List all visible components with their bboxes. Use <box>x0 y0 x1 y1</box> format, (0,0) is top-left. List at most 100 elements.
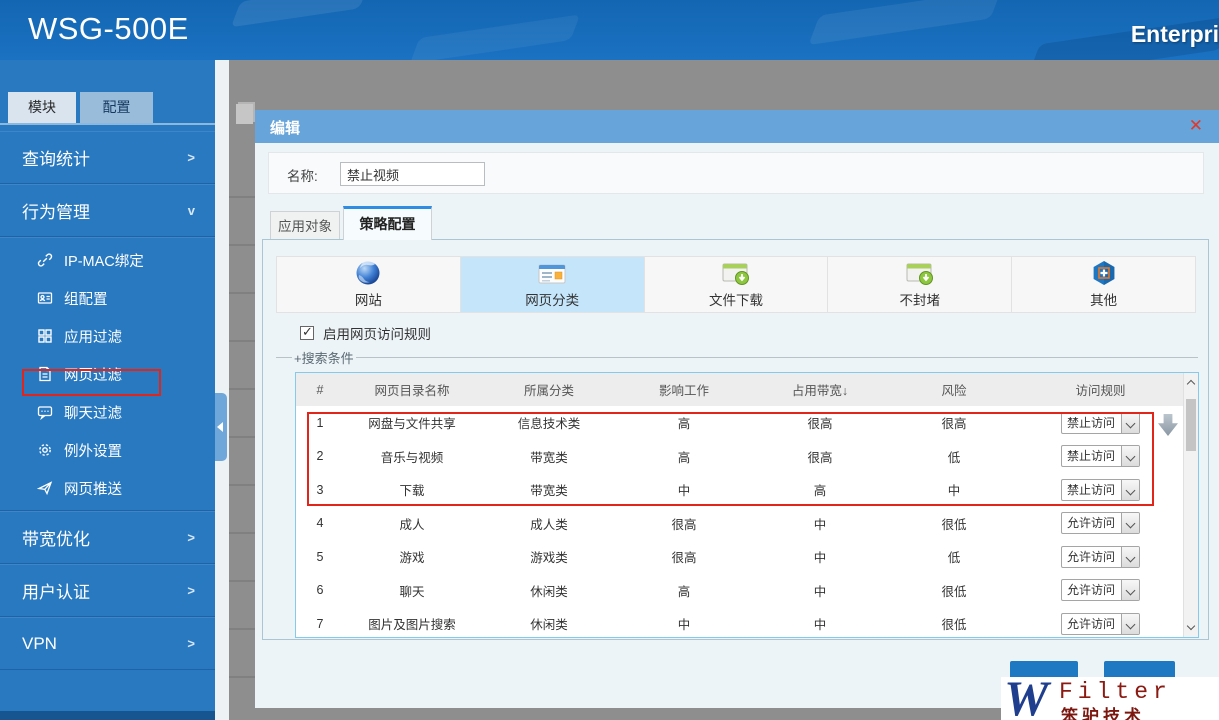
row-risk: 低 <box>890 447 1018 466</box>
sidebar-item-app-filter[interactable]: 应用过滤 <box>0 317 215 355</box>
link-icon <box>37 252 53 268</box>
select-arrow-icon[interactable] <box>1121 480 1139 500</box>
name-label: 名称: <box>287 165 318 185</box>
dialog-title: 编辑 <box>270 117 300 138</box>
scrollbar-thumb[interactable] <box>1186 399 1196 451</box>
sidebar-tab-module[interactable]: 模块 <box>8 92 76 123</box>
file-download-icon <box>722 262 750 286</box>
grid-icon <box>37 328 53 344</box>
close-icon[interactable]: ✕ <box>1189 116 1203 136</box>
table-scrollbar[interactable] <box>1183 373 1198 637</box>
sidebar-group-label: VPN <box>22 634 57 654</box>
sidebar-item-chat-filter[interactable]: 聊天过滤 <box>0 393 215 431</box>
chat-bubble-icon <box>37 404 53 420</box>
scroll-down-icon[interactable] <box>1187 622 1195 630</box>
sidebar-item-web-push[interactable]: 网页推送 <box>0 469 215 507</box>
legend-label[interactable]: +搜索条件 <box>292 348 356 367</box>
sidebar-item-label: 网页过滤 <box>64 364 122 385</box>
row-index: 2 <box>296 449 344 463</box>
sidebar-item-exception-settings[interactable]: 例外设置 <box>0 431 215 469</box>
sidebar-tabbar: 模块 配置 <box>0 92 215 125</box>
sidebar-item-group-config[interactable]: 组配置 <box>0 279 215 317</box>
row-name: 网盘与文件共享 <box>344 413 480 432</box>
col-header-risk: 风险 <box>890 380 1018 399</box>
table-row[interactable]: 2 音乐与视频 带宽类 高 很高 低 禁止访问 <box>296 440 1183 474</box>
sidebar-group-label: 行为管理 <box>22 198 90 223</box>
select-arrow-icon[interactable] <box>1121 446 1139 466</box>
row-impact: 高 <box>618 413 750 432</box>
sidebar-tab-config[interactable]: 配置 <box>80 92 153 123</box>
category-website[interactable]: 网站 <box>277 257 461 312</box>
sidebar-group-label: 查询统计 <box>22 145 90 170</box>
app-root: WSG-500E Enterpri 模块 配置 查询统计 > 行为管理 v IP… <box>0 0 1219 720</box>
access-rule-value: 允许访问 <box>1062 513 1121 533</box>
row-name: 音乐与视频 <box>344 447 480 466</box>
select-arrow-icon[interactable] <box>1121 413 1139 433</box>
chevron-right-icon: > <box>187 150 195 165</box>
sidebar-group-behavior-mgmt[interactable]: 行为管理 v <box>0 184 215 237</box>
table-row[interactable]: 7 图片及图片搜索 休闲类 中 中 很低 允许访问 <box>296 607 1183 638</box>
select-arrow-icon[interactable] <box>1121 513 1139 533</box>
sidebar-group-bandwidth[interactable]: 带宽优化 > <box>0 511 215 564</box>
webpage-category-icon <box>538 262 566 286</box>
table-row[interactable]: 4 成人 成人类 很高 中 很低 允许访问 <box>296 507 1183 541</box>
row-impact: 很高 <box>618 514 750 533</box>
access-rule-select[interactable]: 允许访问 <box>1061 512 1140 534</box>
row-category: 休闲类 <box>480 614 618 633</box>
row-index: 6 <box>296 583 344 597</box>
sidebar-collapse-handle[interactable] <box>215 393 227 461</box>
row-impact: 高 <box>618 581 750 600</box>
header-decoration <box>808 0 1001 45</box>
col-header-category: 所属分类 <box>480 380 618 399</box>
access-rule-value: 禁止访问 <box>1062 446 1121 466</box>
row-index: 3 <box>296 483 344 497</box>
table-row[interactable]: 3 下载 带宽类 中 高 中 禁止访问 <box>296 473 1183 507</box>
sidebar-group-query-stats[interactable]: 查询统计 > <box>0 131 215 184</box>
category-file-download[interactable]: 文件下载 <box>645 257 829 312</box>
row-category: 游戏类 <box>480 547 618 566</box>
sidebar-group-user-auth[interactable]: 用户认证 > <box>0 564 215 617</box>
scroll-up-icon[interactable] <box>1187 380 1195 388</box>
table-row[interactable]: 6 聊天 休闲类 高 中 很低 允许访问 <box>296 574 1183 608</box>
other-hexagon-icon <box>1091 260 1117 286</box>
access-rule-select[interactable]: 禁止访问 <box>1061 412 1140 434</box>
col-header-bandwidth[interactable]: 占用带宽↓ <box>750 380 890 399</box>
tab-apply-target[interactable]: 应用对象 <box>270 211 340 240</box>
sidebar-item-label: 应用过滤 <box>64 326 122 347</box>
select-arrow-icon[interactable] <box>1121 547 1139 567</box>
table-header-row: # 网页目录名称 所属分类 影响工作 占用带宽↓ 风险 访问规则 <box>296 373 1183 406</box>
row-category: 信息技术类 <box>480 413 618 432</box>
row-bandwidth: 中 <box>750 514 890 533</box>
category-web-classification[interactable]: 网页分类 <box>461 257 645 312</box>
sidebar-group-vpn[interactable]: VPN > <box>0 617 215 670</box>
category-unblock[interactable]: 不封堵 <box>828 257 1012 312</box>
sidebar-item-web-filter[interactable]: 网页过滤 <box>0 355 215 393</box>
category-other[interactable]: 其他 <box>1012 257 1195 312</box>
select-arrow-icon[interactable] <box>1121 580 1139 600</box>
access-rule-select[interactable]: 允许访问 <box>1061 546 1140 568</box>
chevron-right-icon: > <box>187 636 195 651</box>
top-header: WSG-500E Enterpri <box>0 0 1219 60</box>
tab-policy-config[interactable]: 策略配置 <box>343 206 432 240</box>
row-bandwidth: 很高 <box>750 447 890 466</box>
enable-rule-checkbox[interactable] <box>300 326 314 340</box>
access-rule-select[interactable]: 允许访问 <box>1061 613 1140 635</box>
row-name: 游戏 <box>344 547 480 566</box>
row-bandwidth: 很高 <box>750 413 890 432</box>
col-header-index: # <box>296 383 344 397</box>
access-rule-select[interactable]: 禁止访问 <box>1061 479 1140 501</box>
table-row[interactable]: 5 游戏 游戏类 很高 中 低 允许访问 <box>296 540 1183 574</box>
sidebar-item-ip-mac-binding[interactable]: IP-MAC绑定 <box>0 241 215 279</box>
access-rule-select[interactable]: 禁止访问 <box>1061 445 1140 467</box>
row-risk: 很高 <box>890 413 1018 432</box>
access-rule-select[interactable]: 允许访问 <box>1061 579 1140 601</box>
policy-name-input[interactable] <box>340 162 485 186</box>
table-row[interactable]: 1 网盘与文件共享 信息技术类 高 很高 很高 禁止访问 <box>296 406 1183 440</box>
sidebar-item-label: 组配置 <box>64 288 108 309</box>
category-label: 文件下载 <box>709 289 763 309</box>
select-arrow-icon[interactable] <box>1121 614 1139 634</box>
watermark-subtitle: 笨驴技术 <box>1061 702 1145 720</box>
page-background-strip <box>215 60 229 720</box>
web-filter-page-icon <box>37 366 53 382</box>
row-name: 图片及图片搜索 <box>344 614 480 633</box>
